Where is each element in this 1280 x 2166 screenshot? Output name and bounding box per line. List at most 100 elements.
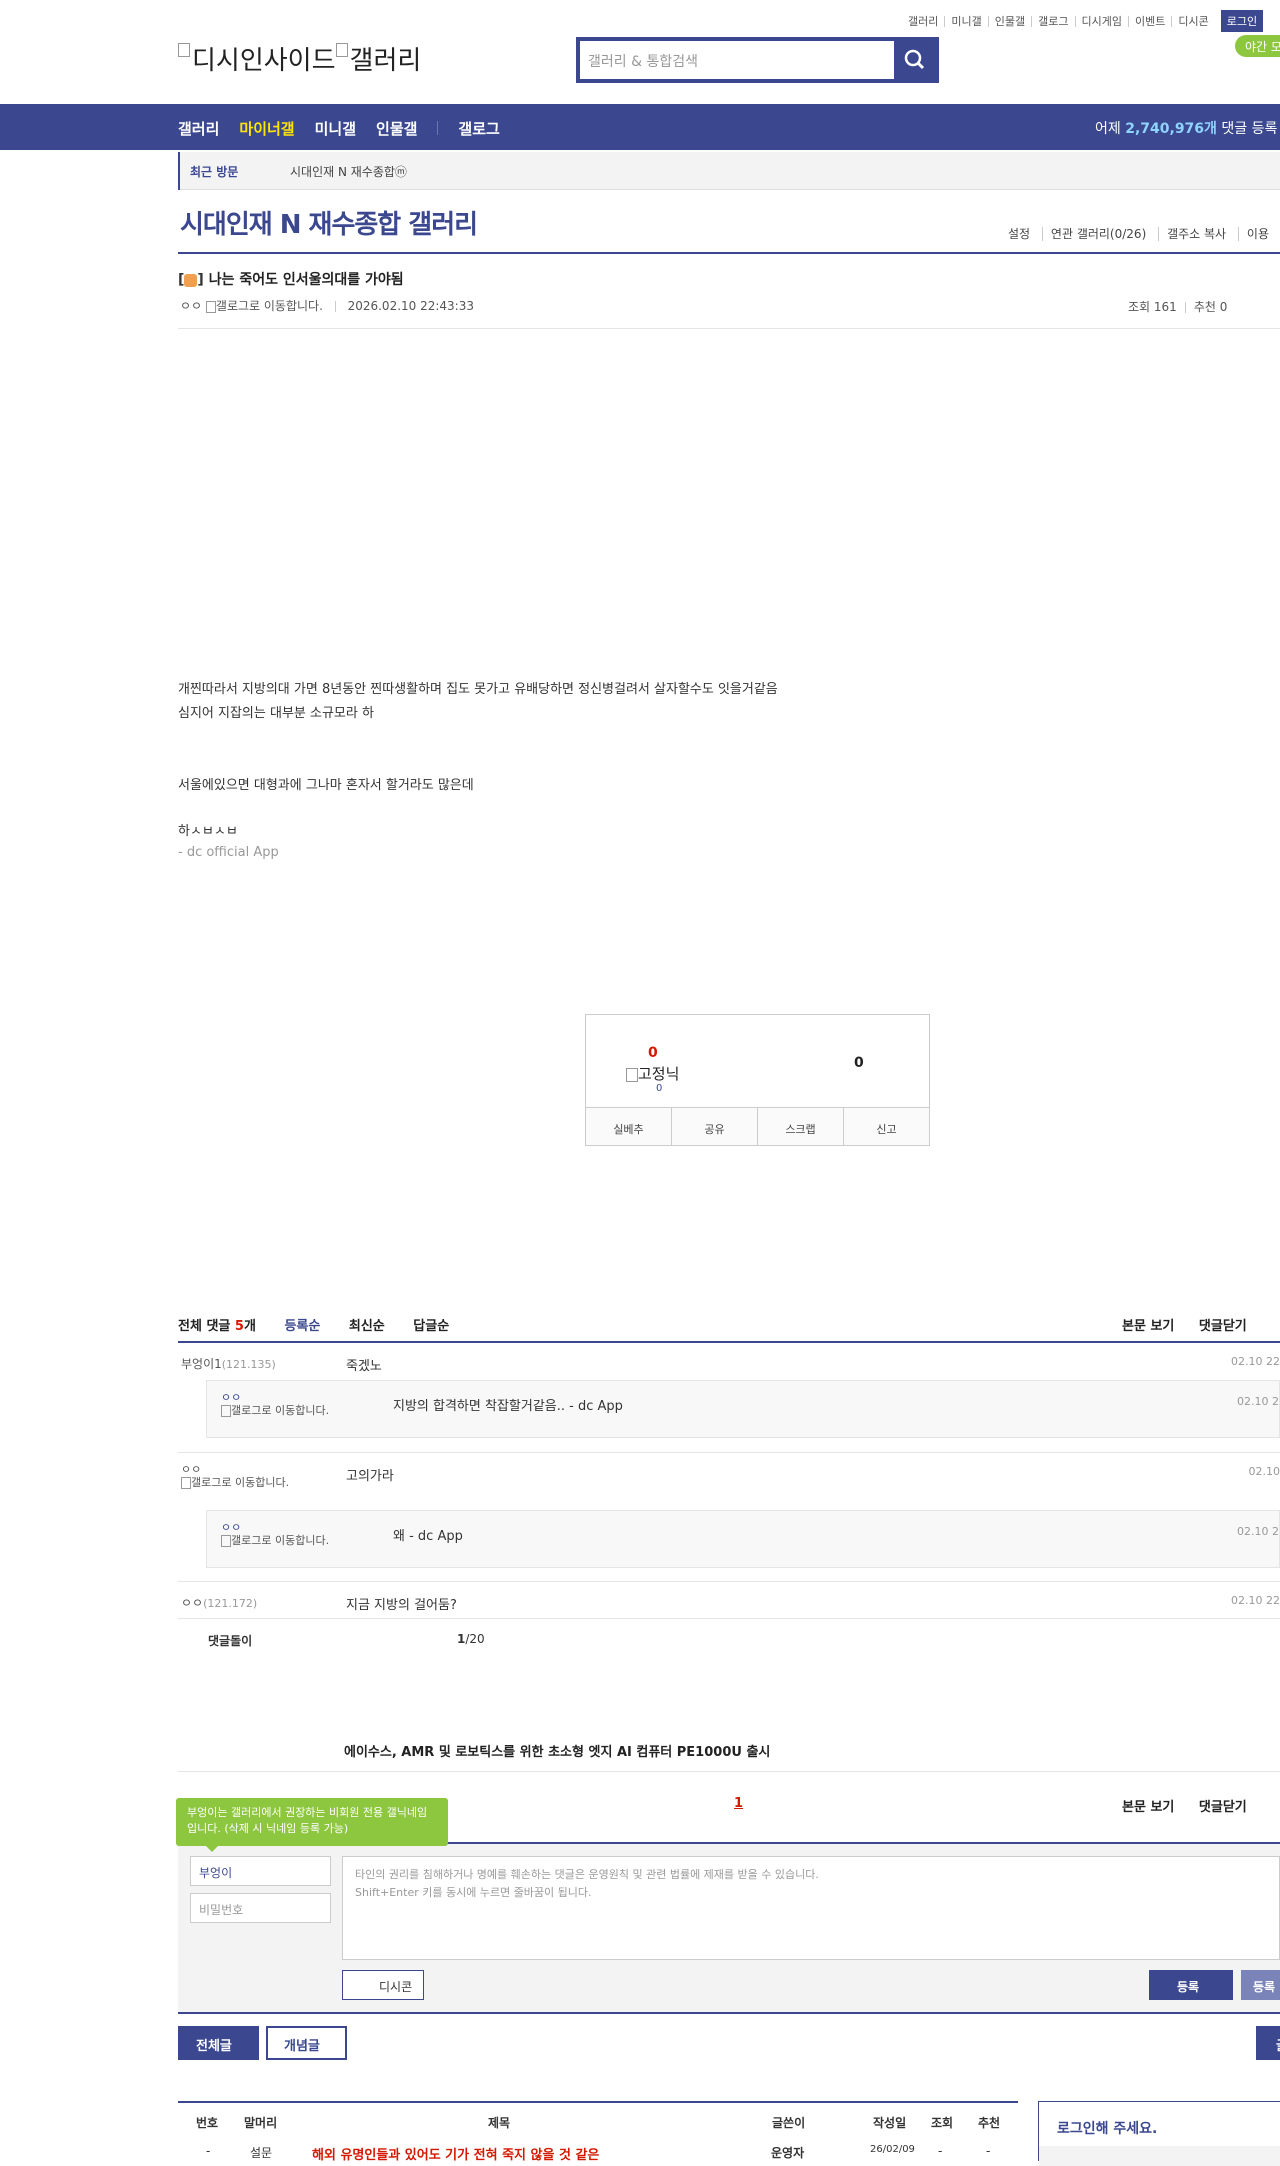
concept-posts-button[interactable]: 개념글 (266, 2026, 347, 2060)
gallery-usage[interactable]: 이용 (1238, 227, 1277, 241)
comment-nick[interactable]: ㅇㅇ갤로그로 이동합니다. (181, 1463, 289, 1489)
copy-gallery-url[interactable]: 갤주소 복사 (1158, 227, 1234, 241)
related-gallery[interactable]: 연관 갤러리(0/26) (1042, 227, 1154, 241)
yesterday-comment-stat: 어제 2,740,976개 댓글 등록 (1095, 118, 1277, 138)
divider (178, 1341, 1280, 1343)
report-button[interactable]: 신고 (843, 1108, 929, 1145)
gnb-gallog[interactable]: 갤로그 (458, 118, 499, 139)
stat-prefix: 어제 (1095, 121, 1125, 137)
comment-footer-actions: 본문 보기 댓글닫기 (1122, 1796, 1267, 1815)
col-views: 조회 (931, 2114, 953, 2131)
topmenu-dcgame[interactable]: 디시게임 (1075, 16, 1128, 27)
textarea-placeholder-2: Shift+Enter 키를 동시에 누르면 줄바꿈이 됩니다. (355, 1884, 1267, 1902)
topmenu-gallog[interactable]: 갤로그 (1031, 16, 1074, 27)
sort-replies[interactable]: 답글순 (413, 1319, 449, 1334)
gallery-settings[interactable]: 설정 (1000, 227, 1038, 241)
writer-nick[interactable]: ㅇㅇ (180, 299, 202, 313)
recent-item[interactable]: 시대인재 N 재수종합ⓜ (290, 163, 407, 180)
topmenu-minigal[interactable]: 미니갤 (944, 16, 987, 27)
post-title: 나는 죽어도 인서울의대를 가야됨 (209, 272, 404, 288)
ad-headline[interactable]: 에이수스, AMR 및 로보틱스를 위한 초소형 엣지 AI 컴퓨터 PE100… (344, 1741, 770, 1760)
comment-date: 02.10 (1249, 1465, 1280, 1478)
register-secondary-button[interactable]: 등록 (1241, 1970, 1280, 2000)
stat-suffix: 댓글 등록 (1217, 121, 1277, 137)
login-box: 로그인해 주세요. (1038, 2101, 1280, 2161)
row-title[interactable]: 해외 유명인들과 있어도 기가 전혀 죽지 않을 것 같은 (312, 2144, 599, 2163)
gallog-image-alt: 갤로그로 이동합니다. (191, 1476, 289, 1489)
login-box-footer (1039, 2146, 1280, 2166)
broken-image-icon (206, 301, 216, 313)
recent-accent (178, 152, 180, 190)
recommend-box: 0 고정닉 0 0 실베추 공유 스크랩 신고 (585, 1014, 930, 1146)
dccon-button[interactable]: 디시콘 (342, 1970, 424, 2000)
comment-ip: (121.172) (203, 1597, 257, 1610)
login-prompt[interactable]: 로그인해 주세요. (1057, 2118, 1157, 2138)
recommend-count: 추천 0 (1194, 300, 1228, 314)
comment-nick-text: ㅇㅇ (181, 1463, 201, 1476)
comment-header-actions: 본문 보기 댓글닫기 (1122, 1315, 1267, 1334)
post-app-signature: - dc official App (178, 841, 778, 865)
reply-nick[interactable]: ㅇㅇ갤로그로 이동합니다. (221, 1521, 329, 1547)
gallog-image-alt: 갤로그로 이동합니다. (231, 1534, 329, 1547)
comment-nick[interactable]: ㅇㅇ(121.172) (181, 1594, 257, 1611)
row-number: - (206, 2144, 210, 2158)
comment-bot-page: 1/20 (457, 1632, 485, 1646)
view-body-button[interactable]: 본문 보기 (1122, 1319, 1174, 1334)
all-posts-button[interactable]: 전체글 (178, 2026, 259, 2060)
comment-page-link[interactable]: 1 (734, 1796, 743, 1811)
scrap-button[interactable]: 스크랩 (757, 1108, 843, 1145)
topmenu-dccon[interactable]: 디시콘 (1171, 16, 1214, 27)
reply-nick[interactable]: ㅇㅇ갤로그로 이동합니다. (221, 1391, 329, 1417)
fixed-nick-upvote[interactable]: 고정닉 (626, 1063, 679, 1084)
post-date: 2026.02.10 22:43:33 (348, 299, 474, 313)
gnb-gallery[interactable]: 갤러리 (178, 118, 219, 139)
gallog-image[interactable]: 갤로그로 이동합니다. (206, 299, 323, 313)
downvote-count[interactable]: 0 (854, 1055, 864, 1071)
site-logo[interactable]: 디시인사이드갤러리 (178, 40, 421, 77)
gnb-minor-gallery[interactable]: 마이너갤 (239, 118, 294, 139)
login-button[interactable]: 로그인 (1221, 10, 1263, 32)
comment-text: 지금 지방의 걸어둠? (346, 1594, 457, 1613)
reply-date: 02.10 2 (1237, 1525, 1279, 1538)
write-button[interactable]: 글 (1256, 2026, 1280, 2060)
search-button[interactable] (894, 41, 935, 79)
comment-nick-text: ㅇㅇ (181, 1596, 203, 1610)
recent-visits-bar: 최근 방문 시대인재 N 재수종합ⓜ (178, 152, 1280, 190)
night-mode-toggle[interactable]: 야간 모 (1235, 35, 1280, 57)
logo-alt-dcinside: 디시인사이드 (192, 46, 336, 76)
close-comments-button[interactable]: 댓글닫기 (1199, 1800, 1247, 1815)
top-menu: 갤러리 미니갤 인물갤 갤로그 디시게임 이벤트 디시콘 로그인 (902, 10, 1263, 32)
topmenu-persongal[interactable]: 인물갤 (988, 16, 1031, 27)
row-writer[interactable]: 운영자 (771, 2144, 804, 2161)
search-icon (894, 41, 935, 79)
topmenu-gallery[interactable]: 갤러리 (902, 16, 944, 27)
sort-registered[interactable]: 등록순 (284, 1319, 320, 1334)
col-head: 말머리 (244, 2114, 277, 2131)
close-comments-button[interactable]: 댓글닫기 (1199, 1319, 1247, 1334)
comment-nick[interactable]: 부엉이1(121.135) (181, 1355, 276, 1372)
best-recommend-button[interactable]: 실베추 (586, 1108, 671, 1145)
nickname-input[interactable]: 부엉이 (190, 1856, 331, 1886)
upvote-count[interactable]: 0 (648, 1045, 658, 1061)
password-input[interactable]: 비밀번호 (190, 1893, 331, 1923)
gnb-mini-gallery[interactable]: 미니갤 (315, 118, 356, 139)
broken-image-icon (181, 1477, 191, 1489)
topmenu-event[interactable]: 이벤트 (1128, 16, 1171, 27)
comment-bot-label: 댓글돌이 (208, 1632, 252, 1649)
row-head: 설문 (250, 2144, 272, 2161)
post-title-row: [] 나는 죽어도 인서울의대를 가야됨 (178, 269, 404, 289)
comment-date: 02.10 22 (1231, 1594, 1280, 1607)
comment-textarea[interactable]: 타인의 권리를 침해하거나 명예를 훼손하는 댓글은 운영원칙 및 관련 법률에… (342, 1856, 1280, 1960)
gallery-title[interactable]: 시대인재 N 재수종합 갤러리 (180, 204, 477, 241)
comment-header: 전체 댓글 5개 등록순 최신순 답글순 (178, 1315, 473, 1334)
view-body-button[interactable]: 본문 보기 (1122, 1800, 1174, 1815)
share-button[interactable]: 공유 (671, 1108, 757, 1145)
sort-latest[interactable]: 최신순 (349, 1319, 385, 1334)
register-button[interactable]: 등록 (1149, 1970, 1233, 2000)
search-input[interactable]: 갤러리 & 통합검색 (580, 41, 898, 79)
comment-nick-text: 부엉이1 (181, 1357, 222, 1371)
comment-total-num: 5 (235, 1319, 244, 1334)
gnb-person-gallery[interactable]: 인물갤 (376, 118, 417, 139)
col-date: 작성일 (873, 2114, 906, 2131)
broken-image-icon (221, 1405, 231, 1417)
